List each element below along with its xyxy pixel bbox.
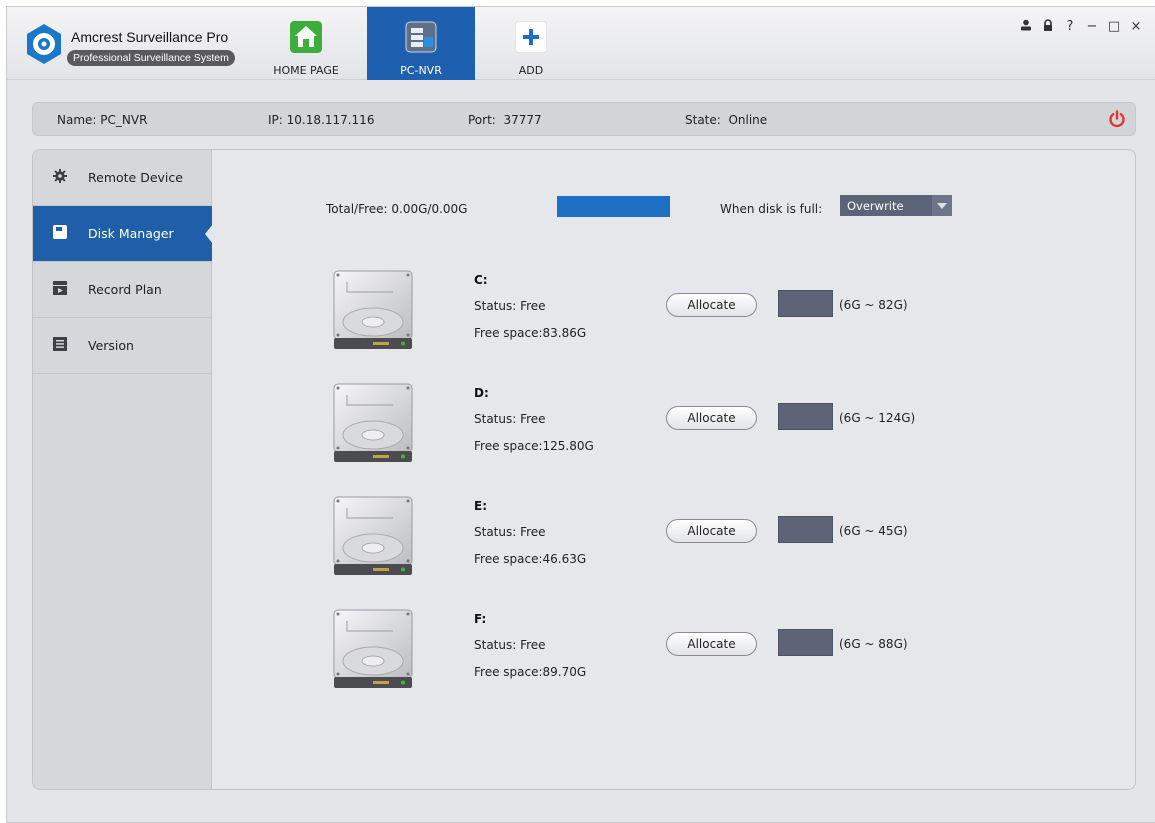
allocate-size-input[interactable] [778, 629, 833, 656]
allocate-size-input[interactable] [778, 403, 833, 430]
device-state: State: Online [685, 113, 767, 127]
device-state-value: Online [728, 113, 768, 127]
tab-home-page[interactable]: HOME PAGE [263, 7, 349, 80]
lock-icon[interactable] [1037, 19, 1059, 35]
active-indicator [205, 224, 213, 244]
help-icon[interactable]: ? [1059, 19, 1081, 35]
clapperboard-icon [53, 281, 67, 295]
plus-icon [515, 21, 547, 53]
hard-drive-icon [333, 609, 413, 688]
disk-name: D: [474, 386, 489, 400]
main-panel: Remote Device Disk Manager Record Plan V… [32, 149, 1136, 790]
gear-icon [53, 169, 67, 183]
allocate-range: (6G ~ 45G) [839, 524, 908, 538]
disk-row-e: E: Status: Free Free space:46.63G Alloca… [213, 496, 1133, 606]
sidebar-item-remote-device[interactable]: Remote Device [33, 150, 212, 206]
document-icon [53, 337, 67, 351]
app-window: Amcrest Surveillance Pro Professional Su… [6, 6, 1155, 823]
disk-status: Status: Free [474, 525, 546, 539]
close-icon[interactable]: × [1125, 19, 1147, 35]
allocate-size-input[interactable] [778, 290, 833, 317]
disk-row-c: C: Status: Free Free space:83.86G Alloca… [213, 270, 1133, 380]
app-name: Amcrest Surveillance Pro [71, 29, 229, 45]
disk-status: Status: Free [474, 638, 546, 652]
disk-free-space: Free space:46.63G [474, 552, 587, 566]
device-ip-label: IP: [268, 113, 283, 127]
allocate-size-input[interactable] [778, 516, 833, 543]
device-info-bar: Name: PC_NVR IP: 10.18.117.116 Port: 377… [32, 102, 1136, 136]
user-icon[interactable] [1015, 19, 1037, 35]
disk-status: Status: Free [474, 299, 546, 313]
chevron-down-icon[interactable] [932, 195, 952, 216]
allocate-button[interactable]: Allocate [666, 293, 757, 317]
disk-icon [53, 225, 67, 239]
total-free-label: Total/Free: 0.00G/0.00G [326, 202, 468, 216]
sidebar: Remote Device Disk Manager Record Plan V… [33, 150, 213, 789]
title-bar: Amcrest Surveillance Pro Professional Su… [7, 7, 1155, 80]
disk-free-space: Free space:125.80G [474, 439, 594, 453]
disk-name: C: [474, 273, 488, 287]
device-ip-value: 10.18.117.116 [286, 113, 375, 127]
when-full-label: When disk is full: [720, 202, 823, 216]
when-full-value: Overwrite [847, 199, 904, 213]
sidebar-item-label: Record Plan [88, 282, 162, 297]
sidebar-item-label: Version [88, 338, 134, 353]
device-port-value: 37777 [503, 113, 542, 127]
device-port: Port: 37777 [468, 113, 542, 127]
disk-manager-content: Total/Free: 0.00G/0.00G When disk is ful… [213, 150, 1135, 789]
tab-label: HOME PAGE [273, 64, 339, 77]
tab-label: PC-NVR [400, 64, 442, 77]
total-usage-bar [557, 196, 670, 217]
device-name-label: Name: [57, 113, 97, 127]
disk-row-f: F: Status: Free Free space:89.70G Alloca… [213, 609, 1133, 719]
sidebar-item-label: Remote Device [88, 170, 183, 185]
device-ip: IP: 10.18.117.116 [268, 113, 374, 127]
allocate-button[interactable]: Allocate [666, 519, 757, 543]
allocate-button[interactable]: Allocate [666, 632, 757, 656]
tab-add[interactable]: ADD [493, 7, 569, 80]
disk-free-space: Free space:89.70G [474, 665, 587, 679]
tab-label: ADD [518, 64, 544, 77]
sidebar-item-record-plan[interactable]: Record Plan [33, 262, 212, 318]
allocate-range: (6G ~ 82G) [839, 298, 908, 312]
pc-nvr-icon [405, 21, 437, 53]
minimize-icon[interactable]: − [1081, 19, 1103, 35]
device-port-label: Port: [468, 113, 496, 127]
hard-drive-icon [333, 496, 413, 575]
sidebar-item-disk-manager[interactable]: Disk Manager [33, 206, 213, 262]
disk-status: Status: Free [474, 412, 546, 426]
home-icon [290, 21, 322, 53]
hard-drive-icon [333, 383, 413, 462]
disk-name: F: [474, 612, 487, 626]
sidebar-item-version[interactable]: Version [33, 318, 212, 374]
app-logo-icon [27, 24, 61, 64]
allocate-range: (6G ~ 124G) [839, 411, 916, 425]
when-full-select[interactable]: Overwrite [840, 195, 952, 216]
allocate-range: (6G ~ 88G) [839, 637, 908, 651]
app-subtitle: Professional Surveillance System [67, 50, 235, 66]
disk-free-space: Free space:83.86G [474, 326, 587, 340]
maximize-icon[interactable]: □ [1103, 19, 1125, 35]
disk-name: E: [474, 499, 487, 513]
device-state-label: State: [685, 113, 721, 127]
power-icon[interactable] [1107, 109, 1127, 129]
allocate-button[interactable]: Allocate [666, 406, 757, 430]
window-controls: ? − □ × [1015, 19, 1147, 35]
tab-pc-nvr[interactable]: PC-NVR [367, 7, 475, 80]
device-name: Name: PC_NVR [57, 113, 147, 127]
hard-drive-icon [333, 270, 413, 349]
sidebar-item-label: Disk Manager [88, 226, 174, 241]
disk-row-d: D: Status: Free Free space:125.80G Alloc… [213, 383, 1133, 493]
device-name-value: PC_NVR [100, 113, 148, 127]
